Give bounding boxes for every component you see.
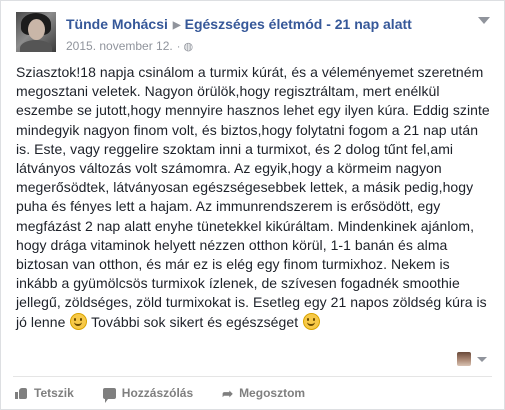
post-meta: 2015. november 12. · ◍	[66, 39, 193, 53]
arrow-right-icon: ▶	[172, 20, 181, 31]
post-text-line: megfázást 2 nap alatt enyhe tünetekkel k…	[16, 217, 475, 234]
reactor-avatar[interactable]	[457, 352, 471, 366]
smile-emoji-icon	[70, 312, 88, 330]
post-date[interactable]: 2015. november 12.	[66, 39, 173, 53]
post-text-last-line: jó lenne További sok sikert és egészsége…	[16, 312, 496, 332]
post-text-segment: jó lenne	[16, 313, 66, 330]
post-card: Tünde Mohácsi ▶ Egészséges életmód - 21 na…	[0, 0, 505, 410]
author-avatar[interactable]	[16, 12, 56, 52]
group-name[interactable]: Egészséges életmód - 21 nap alatt	[185, 16, 412, 32]
post-text-line: hogy drága vitaminok helyett nézzen otth…	[16, 236, 448, 253]
like-button[interactable]: Tetszik	[15, 386, 74, 400]
post-text-line: jellegű, zöldséges, zöld turmixokat is. …	[16, 294, 487, 311]
post-text-line: megosztani veletek. Nagyon örülök,hogy r…	[16, 83, 440, 100]
post-text-segment: További sok sikert és egészséget	[87, 313, 299, 330]
thumbs-up-icon	[15, 387, 28, 399]
post-text-line: is. Este, vagy reggelire szoktam inni a …	[16, 140, 454, 157]
post-text-line: látványos változás volt számomra. Az egy…	[16, 160, 442, 177]
post-text-line: eszembe se jutott,hogy mennyire hasznos …	[16, 102, 490, 119]
comment-label: Hozzászólás	[121, 386, 194, 400]
chevron-down-icon[interactable]	[478, 17, 490, 24]
smile-emoji-icon	[303, 312, 321, 330]
post-header: Tünde Mohácsi ▶ Egészséges életmód - 21 na…	[66, 16, 412, 32]
post-text-line: puha és fényes lett a hajam. Az immunren…	[16, 198, 441, 215]
globe-icon: · ◍	[176, 41, 194, 53]
post-text-line: megerősödtek, látványosan egészségesebbe…	[16, 179, 474, 196]
post-text-line: biztosan van otthon, és már ez is elég e…	[16, 256, 450, 273]
actions-divider	[13, 376, 492, 377]
post-actions: Tetszik Hozzászólás ➦ Megosztom	[15, 382, 334, 404]
post-text-line: Sziasztok!18 napja csinálom a turmix kúr…	[16, 64, 484, 80]
share-button[interactable]: ➦ Megosztom	[222, 386, 305, 400]
comment-icon	[102, 387, 116, 403]
post-text-line: inkább a gyümölcsös turmixok ízlenek, de…	[16, 275, 460, 292]
avatar-face	[28, 19, 45, 40]
comment-button[interactable]: Hozzászólás	[102, 386, 194, 403]
post-body: Sziasztok!18 napja csinálom a turmix kúr…	[16, 63, 496, 332]
chevron-down-icon[interactable]	[477, 357, 487, 362]
share-icon: ➦	[222, 385, 234, 401]
post-text-line: mindegyik nagyon finom volt, és biztos,h…	[16, 121, 479, 138]
like-label: Tetszik	[34, 386, 74, 400]
avatar-shoulders	[20, 40, 52, 52]
author-name[interactable]: Tünde Mohácsi	[66, 16, 168, 32]
share-label: Megosztom	[239, 386, 306, 400]
